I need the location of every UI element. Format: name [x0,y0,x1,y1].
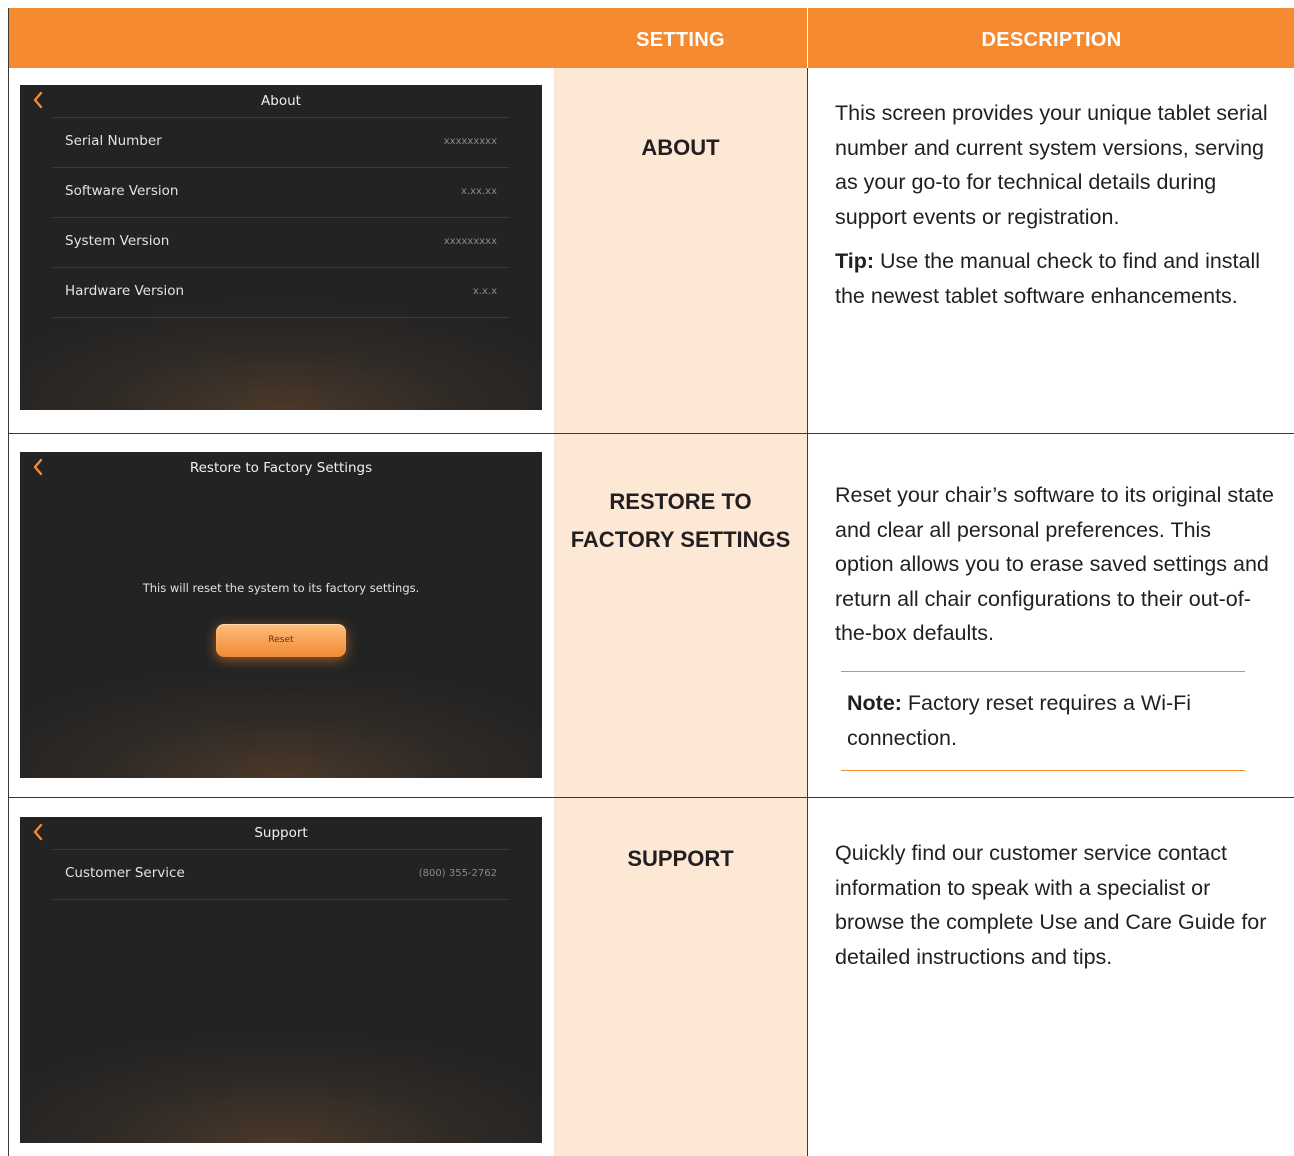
column-divider [807,68,808,434]
tip-text: Tip: Use the manual check to find and in… [835,244,1275,313]
item-label: Serial Number [65,133,162,149]
setting-name: RESTORE TO FACTORY SETTINGS [554,483,807,559]
screen-title: Support [254,825,308,841]
setting-name-line1: RESTORE TO [609,489,752,514]
reset-button[interactable]: Reset [216,624,346,657]
item-label: Software Version [65,183,179,199]
setting-name: ABOUT [641,135,720,160]
screen-title: About [261,93,301,109]
header-setting: SETTING [636,29,725,51]
reset-message: This will reset the system to its factor… [142,581,420,595]
table-row-support: Support Customer Service (800) 355-2762 … [9,798,1294,1156]
about-list: Serial Number xxxxxxxxx Software Version… [53,117,509,318]
about-screen: About Serial Number xxxxxxxxx Software V… [20,85,542,410]
column-divider [807,434,808,798]
list-item-hardware-version: Hardware Version x.x.x [53,267,509,318]
item-label: System Version [65,233,170,249]
table-row-about: About Serial Number xxxxxxxxx Software V… [9,68,1294,434]
list-item-system-version: System Version xxxxxxxxx [53,217,509,267]
item-value: x.x.x [472,286,497,297]
setting-cell-restore: RESTORE TO FACTORY SETTINGS [554,434,807,798]
screen-title: Restore to Factory Settings [189,460,373,476]
description-cell-support: Quickly find our customer service contac… [835,836,1275,974]
setting-name-line2: FACTORY SETTINGS [570,527,791,552]
header-description: DESCRIPTION [981,29,1122,51]
support-screen: Support Customer Service (800) 355-2762 [20,817,542,1143]
list-item-serial-number: Serial Number xxxxxxxxx [53,117,509,167]
description-cell-restore: Reset your chair’s software to its origi… [835,478,1275,651]
description-text: Reset your chair’s software to its origi… [835,483,1274,645]
setting-cell-about: ABOUT [554,68,807,434]
column-divider [807,798,808,1156]
item-value: (800) 355-2762 [418,868,497,879]
item-value: xxxxxxxxx [443,136,497,147]
setting-cell-support: SUPPORT [554,798,807,1156]
setting-name: SUPPORT [627,846,734,871]
note-box: Note: Factory reset requires a Wi-Fi con… [841,671,1245,771]
settings-table: SETTING DESCRIPTION About Serial Number … [8,8,1294,1156]
description-cell-about: This screen provides your unique tablet … [835,96,1275,313]
tip-label: Tip: [835,249,875,273]
support-list: Customer Service (800) 355-2762 [53,849,509,900]
table-row-restore: Restore to Factory Settings This will re… [9,434,1294,798]
item-value: x.xx.xx [461,186,497,197]
item-label: Customer Service [65,865,185,881]
list-item-customer-service[interactable]: Customer Service (800) 355-2762 [53,849,509,900]
tip-body: Use the manual check to find and install… [835,249,1261,308]
note-label: Note: [847,691,902,715]
restore-screen: Restore to Factory Settings This will re… [20,452,542,778]
item-label: Hardware Version [65,283,185,299]
item-value: xxxxxxxxx [443,236,497,247]
description-text: Quickly find our customer service contac… [835,841,1267,969]
description-text: This screen provides your unique tablet … [835,101,1268,229]
list-item-software-version: Software Version x.xx.xx [53,167,509,217]
table-header: SETTING DESCRIPTION [9,8,1294,68]
